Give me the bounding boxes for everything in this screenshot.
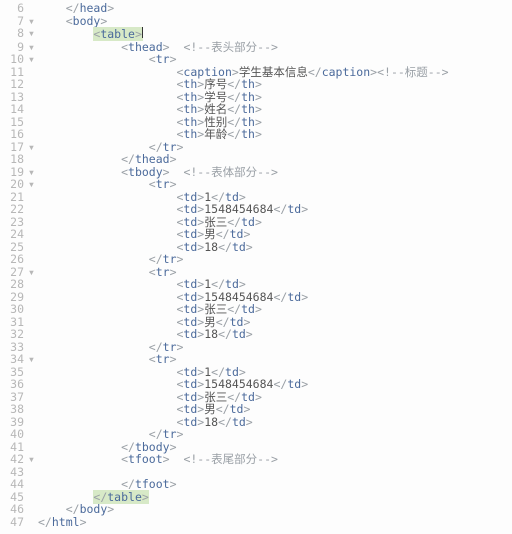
code-line[interactable]: 34▾ <tr> (0, 353, 512, 366)
fold-gutter-icon[interactable]: ▾ (28, 53, 38, 66)
line-number: 20 (0, 178, 28, 191)
fold-gutter-icon[interactable] (28, 328, 38, 341)
line-number: 30 (0, 303, 28, 316)
code-content[interactable]: <tr> (38, 178, 512, 191)
code-line[interactable]: 8▾ <table> (0, 27, 512, 41)
fold-gutter-icon[interactable] (28, 2, 38, 15)
code-line[interactable]: 44 </tfoot> (0, 478, 512, 491)
code-content[interactable]: <th>序号</th> (38, 78, 512, 91)
fold-gutter-icon[interactable] (28, 478, 38, 491)
line-number: 16 (0, 128, 28, 141)
code-line[interactable]: 32 <td>18</td> (0, 328, 512, 341)
fold-gutter-icon[interactable] (28, 128, 38, 141)
line-number: 24 (0, 228, 28, 241)
code-content[interactable]: <th>年龄</th> (38, 128, 512, 141)
fold-gutter-icon[interactable] (28, 503, 38, 516)
code-content[interactable]: </body> (38, 503, 512, 516)
code-content[interactable]: <table> (38, 27, 512, 41)
code-line[interactable]: 26 </tr> (0, 253, 512, 266)
code-line[interactable]: 42▾ <tfoot> <!--表尾部分--> (0, 453, 512, 466)
line-number: 47 (0, 516, 28, 529)
fold-gutter-icon[interactable]: ▾ (28, 27, 38, 41)
code-line[interactable]: 24 <td>男</td> (0, 228, 512, 241)
code-content[interactable]: <td>18</td> (38, 328, 512, 341)
fold-gutter-icon[interactable] (28, 153, 38, 166)
code-line[interactable]: 40 </tr> (0, 428, 512, 441)
code-content[interactable]: <td>男</td> (38, 228, 512, 241)
line-number: 38 (0, 403, 28, 416)
code-content[interactable]: <td>1548454684</td> (38, 378, 512, 391)
line-number: 46 (0, 503, 28, 516)
fold-gutter-icon[interactable] (28, 103, 38, 116)
line-number: 8 (0, 27, 28, 41)
code-content[interactable]: <th>姓名</th> (38, 103, 512, 116)
code-line[interactable]: 20▾ <tr> (0, 178, 512, 191)
line-number: 42 (0, 453, 28, 466)
line-number: 6 (0, 2, 28, 15)
line-number: 40 (0, 428, 28, 441)
code-content[interactable]: </tr> (38, 428, 512, 441)
fold-gutter-icon[interactable] (28, 203, 38, 216)
fold-gutter-icon[interactable]: ▾ (28, 453, 38, 466)
code-editor[interactable]: 6 </head>7▾ <body>8▾ <table>9▾ <thead> <… (0, 0, 512, 534)
line-number: 12 (0, 78, 28, 91)
fold-gutter-icon[interactable]: ▾ (28, 353, 38, 366)
line-number: 32 (0, 328, 28, 341)
code-content[interactable]: <tr> (38, 353, 512, 366)
line-number: 36 (0, 378, 28, 391)
code-content[interactable]: <body> (38, 15, 512, 28)
code-content[interactable]: </tr> (38, 253, 512, 266)
code-content[interactable]: </head> (38, 2, 512, 15)
code-content[interactable]: <td>1548454684</td> (38, 203, 512, 216)
code-content[interactable]: <td>男</td> (38, 403, 512, 416)
code-line[interactable]: 47 </html> (0, 516, 512, 529)
line-number: 26 (0, 253, 28, 266)
fold-gutter-icon[interactable] (28, 228, 38, 241)
fold-gutter-icon[interactable]: ▾ (28, 178, 38, 191)
fold-gutter-icon[interactable] (28, 428, 38, 441)
fold-gutter-icon[interactable] (28, 253, 38, 266)
code-line[interactable]: 7▾ <body> (0, 15, 512, 28)
code-line[interactable]: 30 <td>张三</td> (0, 303, 512, 316)
fold-gutter-icon[interactable] (28, 516, 38, 529)
line-number: 14 (0, 103, 28, 116)
code-content[interactable]: </html> (38, 516, 512, 529)
line-number: 28 (0, 278, 28, 291)
fold-gutter-icon[interactable] (28, 278, 38, 291)
line-number: 18 (0, 153, 28, 166)
code-line[interactable]: 16 <th>年龄</th> (0, 128, 512, 141)
fold-gutter-icon[interactable] (28, 303, 38, 316)
fold-gutter-icon[interactable] (28, 403, 38, 416)
line-number: 22 (0, 203, 28, 216)
fold-gutter-icon[interactable] (28, 78, 38, 91)
line-number: 44 (0, 478, 28, 491)
line-number: 34 (0, 353, 28, 366)
fold-gutter-icon[interactable] (28, 378, 38, 391)
code-content[interactable]: <td>张三</td> (38, 303, 512, 316)
line-number: 10 (0, 53, 28, 66)
code-content[interactable]: <tfoot> <!--表尾部分--> (38, 453, 512, 466)
code-line[interactable]: 38 <td>男</td> (0, 403, 512, 416)
